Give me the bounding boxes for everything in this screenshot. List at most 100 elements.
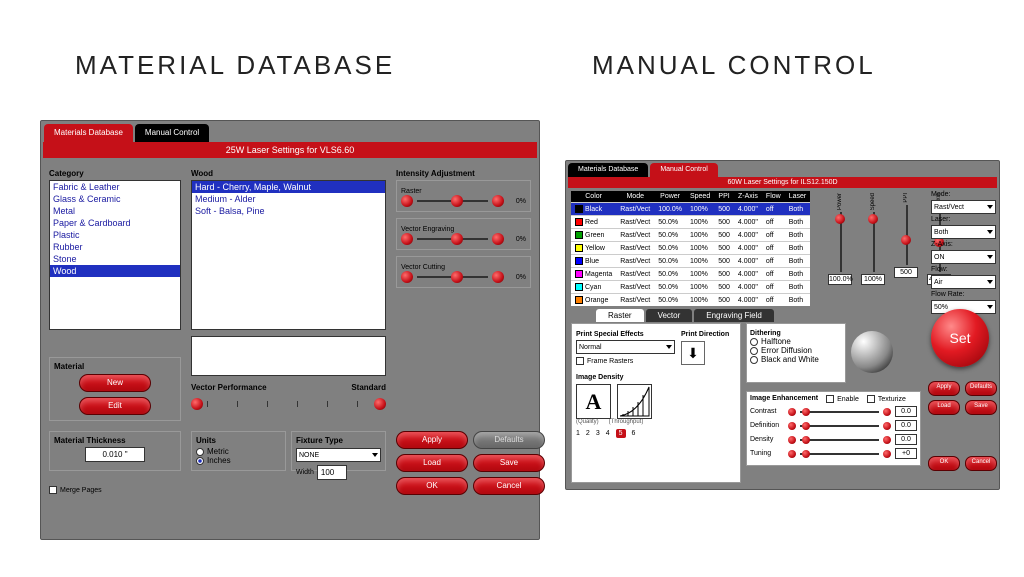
material-item[interactable]: Hard - Cherry, Maple, Walnut [192,181,385,193]
category-item[interactable]: Wood [50,265,180,277]
category-listbox[interactable]: Fabric & LeatherGlass & CeramicMetalPape… [49,180,181,330]
grid-cell: off [762,255,785,268]
enh-contrast-plus-icon[interactable] [883,408,891,416]
density-tick[interactable]: 2 [586,430,590,437]
apply-button[interactable]: Apply [396,431,468,449]
units-metric-radio[interactable]: Metric [196,447,281,456]
vecperf-left-icon[interactable] [191,398,203,410]
grid-row[interactable]: RedRast/Vect50.0%100%5004.000"offBoth [571,216,810,229]
dither-bw-radio[interactable]: Black and White [750,355,842,364]
category-item[interactable]: Stone [50,253,180,265]
edit-button[interactable]: Edit [79,397,151,415]
zaxis-dropdown[interactable]: ON [931,250,996,264]
category-item[interactable]: Metal [50,205,180,217]
material-item[interactable]: Medium - Alder [192,193,385,205]
ok-button-r[interactable]: OK [928,456,960,471]
enh-tuning-slider[interactable] [800,453,879,455]
fixture-dropdown[interactable]: NONE [296,448,381,462]
enh-contrast-value: 0.0 [895,406,917,417]
enable-checkbox[interactable]: Enable [826,395,859,403]
ok-button[interactable]: OK [396,477,468,495]
veccut-plus-icon[interactable] [492,271,504,283]
print-direction-button[interactable]: ⬇ [681,341,705,365]
density-tick[interactable]: 4 [606,430,610,437]
grid-row[interactable]: MagentaRast/Vect50.0%100%5004.000"offBot… [571,268,810,281]
texturize-checkbox[interactable]: Texturize [867,395,906,403]
flow-dropdown[interactable]: Air [931,275,996,289]
enh-definition-minus-icon[interactable] [788,422,796,430]
raster-minus-icon[interactable] [401,195,413,207]
enh-contrast-minus-icon[interactable] [788,408,796,416]
mode-dropdown[interactable]: Rast/Vect [931,200,996,214]
frame-rasters-checkbox[interactable]: Frame Rasters [576,357,675,365]
load-button-r[interactable]: Load [928,400,960,415]
tab-materials-database[interactable]: Materials Database [44,124,133,142]
raster-slider[interactable] [417,200,488,202]
veceng-slider[interactable] [417,238,488,240]
vecperf-right-icon[interactable] [374,398,386,410]
material-notes[interactable] [191,336,386,376]
density-tick[interactable]: 1 [576,430,580,437]
merge-pages-checkbox[interactable]: Merge Pages [49,486,102,494]
category-item[interactable]: Paper & Cardboard [50,217,180,229]
cancel-button[interactable]: Cancel [473,477,545,495]
apply-button-r[interactable]: Apply [928,381,960,396]
tab-materials-database-r[interactable]: Materials Database [568,163,648,177]
enh-density-slider[interactable] [800,439,879,441]
category-item[interactable]: Plastic [50,229,180,241]
new-button[interactable]: New [79,374,151,392]
density-tick[interactable]: 6 [632,430,636,437]
vslider-power-label: Power [837,193,843,210]
tab-manual-control-r[interactable]: Manual Control [650,163,717,177]
cancel-button-r[interactable]: Cancel [965,456,997,471]
print-effects-dropdown[interactable]: Normal [576,340,675,354]
material-item[interactable]: Soft - Balsa, Pine [192,205,385,217]
enh-tuning-minus-icon[interactable] [788,450,796,458]
category-item[interactable]: Rubber [50,241,180,253]
enh-definition-slider[interactable] [800,425,879,427]
enh-definition-plus-icon[interactable] [883,422,891,430]
laser-dropdown[interactable]: Both [931,225,996,239]
grid-row[interactable]: CyanRast/Vect50.0%100%5004.000"offBoth [571,281,810,294]
raster-plus-icon[interactable] [492,195,504,207]
width-input[interactable]: 100 [317,465,347,480]
density-tick[interactable]: 5 [616,429,626,438]
veceng-minus-icon[interactable] [401,233,413,245]
grid-row[interactable]: BlueRast/Vect50.0%100%5004.000"offBoth [571,255,810,268]
dither-error-radio[interactable]: Error Diffusion [750,346,842,355]
units-inches-radio[interactable]: Inches [196,456,281,465]
subtab-raster[interactable]: Raster [596,309,644,322]
veceng-plus-icon[interactable] [492,233,504,245]
save-button-r[interactable]: Save [965,400,997,415]
grid-row[interactable]: YellowRast/Vect50.0%100%5004.000"offBoth [571,242,810,255]
grid-row[interactable]: GreenRast/Vect50.0%100%5004.000"offBoth [571,229,810,242]
vslider-power[interactable] [836,212,844,272]
grid-row[interactable]: BlackRast/Vect100.0%100%5004.000"offBoth [571,203,810,216]
grid-row[interactable]: OrangeRast/Vect50.0%100%5004.000"offBoth [571,294,810,307]
thickness-input[interactable]: 0.010 " [85,447,145,462]
tab-manual-control[interactable]: Manual Control [135,124,209,142]
set-button[interactable]: Set [931,309,989,367]
vslider-ppi[interactable] [902,205,910,265]
category-item[interactable]: Glass & Ceramic [50,193,180,205]
veccut-minus-icon[interactable] [401,271,413,283]
category-item[interactable]: Fabric & Leather [50,181,180,193]
dither-halftone-radio[interactable]: Halftone [750,337,842,346]
veccut-slider[interactable] [417,276,488,278]
vslider-speed[interactable] [869,212,877,272]
subtab-engraving[interactable]: Engraving Field [694,309,774,322]
save-button[interactable]: Save [473,454,545,472]
subtab-vector[interactable]: Vector [646,309,693,322]
enh-density-plus-icon[interactable] [883,436,891,444]
enh-contrast-slider[interactable] [800,411,879,413]
density-tick[interactable]: 3 [596,430,600,437]
color-settings-table[interactable]: ColorModePowerSpeedPPIZ-AxisFlowLaserBla… [571,191,810,306]
material-listbox[interactable]: Hard - Cherry, Maple, WalnutMedium - Ald… [191,180,386,330]
load-button[interactable]: Load [396,454,468,472]
enh-tuning-plus-icon[interactable] [883,450,891,458]
density-scale[interactable]: 123456 [576,429,736,438]
defaults-button[interactable]: Defaults [473,431,545,449]
defaults-button-r[interactable]: Defaults [965,381,997,396]
vecperf-slider[interactable] [207,401,370,407]
enh-density-minus-icon[interactable] [788,436,796,444]
